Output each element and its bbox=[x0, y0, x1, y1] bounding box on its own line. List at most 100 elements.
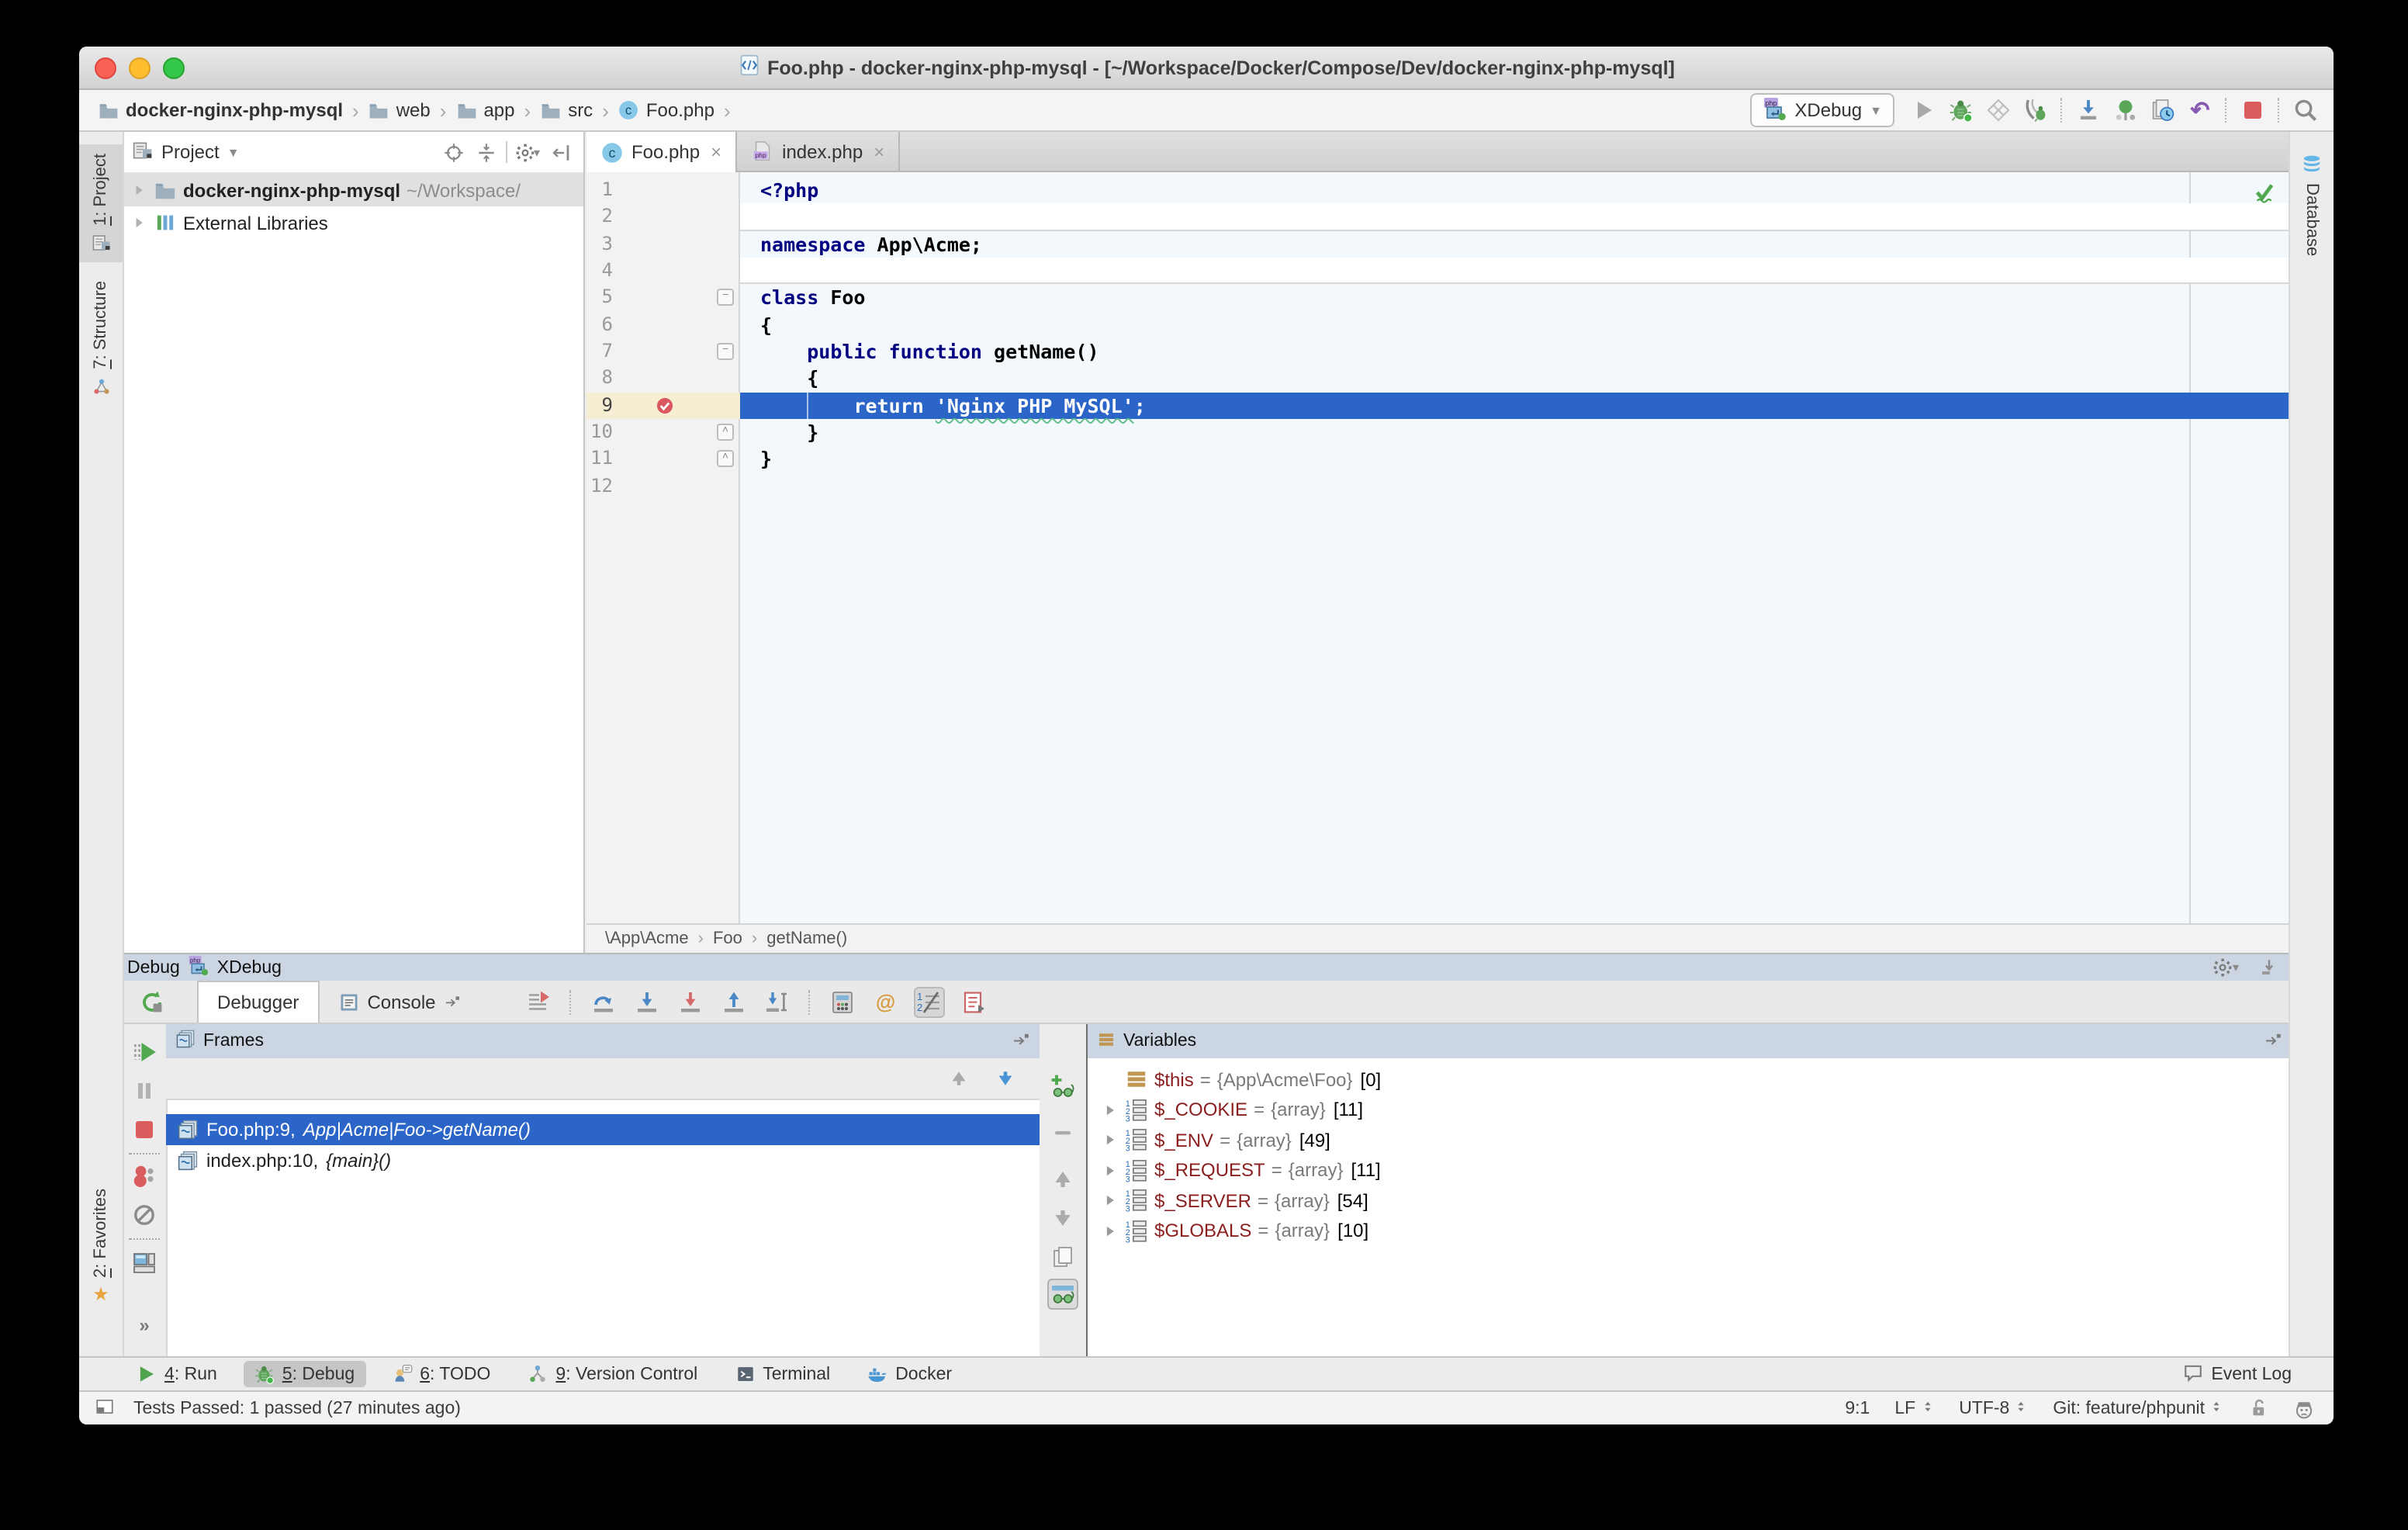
editor-breadcrumb-item[interactable]: \App\Acme bbox=[605, 929, 689, 948]
editor-breadcrumb-item[interactable]: Foo bbox=[713, 929, 742, 948]
break-at-first-line-button[interactable]: 12 bbox=[914, 986, 945, 1017]
toolwindow-toggle-icon[interactable] bbox=[95, 1396, 115, 1421]
variable-row-_request[interactable]: 123$_REQUEST={array}[11] bbox=[1088, 1155, 2292, 1186]
variable-row-_env[interactable]: 123$_ENV={array}[49] bbox=[1088, 1125, 2292, 1155]
toolwindow-button-run[interactable]: 4: Run bbox=[126, 1361, 228, 1387]
breadcrumb-item-web[interactable]: web bbox=[365, 98, 434, 123]
zoom-window-button[interactable] bbox=[163, 57, 185, 78]
gear-icon[interactable]: ▾ bbox=[2213, 957, 2239, 978]
line-separator-widget[interactable]: LF bbox=[1894, 1399, 1934, 1418]
commit-changes-button[interactable] bbox=[2110, 95, 2141, 126]
chevron-down-icon[interactable]: ▼ bbox=[227, 145, 240, 159]
tool-stripe-button-structure[interactable]: 7: Structure bbox=[79, 272, 123, 407]
mute-breakpoints-button[interactable] bbox=[129, 1199, 160, 1231]
view-breakpoints-button[interactable] bbox=[957, 986, 988, 1017]
remove-watch-button[interactable] bbox=[1047, 1117, 1078, 1148]
breadcrumb-item-app[interactable]: app bbox=[452, 98, 517, 123]
fold-close-icon[interactable]: ˄ bbox=[717, 424, 734, 441]
run-configuration-select[interactable]: php XDebug ▼ bbox=[1749, 93, 1894, 127]
move-watch-up-button[interactable] bbox=[1047, 1164, 1078, 1195]
gutter-line-11[interactable]: 11˄ bbox=[586, 446, 740, 473]
code-line-9[interactable]: 9 return 'Nginx PHP MySQL'; bbox=[586, 393, 2292, 420]
stop-button[interactable] bbox=[129, 1114, 160, 1145]
code-line-7[interactable]: 7− public function getName() bbox=[586, 338, 2292, 365]
event-log-button[interactable]: Event Log bbox=[2172, 1359, 2302, 1390]
move-to-editor-icon[interactable] bbox=[2264, 1030, 2282, 1053]
gutter-line-9[interactable]: 9 bbox=[586, 393, 740, 420]
toolwindow-button-version-control[interactable]: 9: Version Control bbox=[517, 1361, 708, 1387]
gutter-line-6[interactable]: 6 bbox=[586, 311, 740, 338]
code-area[interactable]: 1<?php23namespace App\Acme;45−class Foo6… bbox=[586, 172, 2292, 925]
move-to-editor-icon[interactable] bbox=[1012, 1030, 1030, 1053]
search-everywhere-button[interactable] bbox=[2290, 95, 2321, 126]
debug-button[interactable] bbox=[1946, 95, 1977, 126]
hide-panel-button[interactable] bbox=[546, 138, 574, 166]
gutter-line-7[interactable]: 7− bbox=[586, 338, 740, 365]
previous-frame-button[interactable] bbox=[943, 1063, 974, 1094]
view-breakpoints-button[interactable] bbox=[129, 1161, 160, 1192]
evaluate-expression-button[interactable] bbox=[827, 986, 858, 1017]
editor-breadcrumb-item[interactable]: getName() bbox=[766, 929, 847, 948]
locate-button[interactable] bbox=[439, 138, 467, 166]
move-watch-down-button[interactable] bbox=[1047, 1203, 1078, 1234]
copy-value-button[interactable] bbox=[1047, 1241, 1078, 1272]
code-line-10[interactable]: 10˄ } bbox=[586, 419, 2292, 446]
gutter-line-12[interactable]: 12 bbox=[586, 473, 740, 500]
expand-arrow-icon[interactable] bbox=[1097, 1223, 1122, 1240]
update-project-button[interactable] bbox=[2073, 95, 2104, 126]
fold-open-icon[interactable]: − bbox=[717, 343, 734, 360]
close-window-button[interactable] bbox=[95, 57, 116, 78]
stop-button[interactable] bbox=[2237, 95, 2268, 126]
toolwindow-button-docker[interactable]: Docker bbox=[856, 1361, 963, 1387]
run-with-coverage-button[interactable] bbox=[1983, 95, 2014, 126]
code-line-3[interactable]: 3namespace App\Acme; bbox=[586, 230, 2292, 258]
vcs-branch-widget[interactable]: Git: feature/phpunit bbox=[2053, 1399, 2223, 1418]
gutter-line-3[interactable]: 3 bbox=[586, 230, 740, 258]
caret-position-widget[interactable]: 9:1 bbox=[1845, 1399, 1870, 1418]
listen-debug-connections-button[interactable] bbox=[2020, 95, 2051, 126]
encoding-widget[interactable]: UTF-8 bbox=[1959, 1399, 2028, 1418]
breadcrumb-item-src[interactable]: src bbox=[537, 98, 596, 123]
unlocked-icon[interactable] bbox=[2248, 1398, 2268, 1418]
code-line-12[interactable]: 12 bbox=[586, 473, 2292, 500]
toolwindow-button-debug[interactable]: 5: Debug bbox=[244, 1361, 365, 1387]
fold-open-icon[interactable]: − bbox=[717, 289, 734, 306]
frame-item-foo-php-9-[interactable]: Foo.php:9, App|Acme|Foo->getName() bbox=[166, 1114, 1040, 1145]
rerun-debug-button[interactable] bbox=[129, 981, 175, 1023]
restore-layout-button[interactable] bbox=[129, 1248, 160, 1279]
debug-tab-debugger[interactable]: Debugger bbox=[197, 981, 319, 1023]
code-line-4[interactable]: 4 bbox=[586, 258, 2292, 285]
run-button[interactable] bbox=[1908, 95, 1939, 126]
local-history-button[interactable] bbox=[2147, 95, 2178, 126]
code-line-2[interactable]: 2 bbox=[586, 204, 2292, 231]
breadcrumb-item-foo-php[interactable]: cFoo.php bbox=[615, 98, 718, 123]
show-execution-point-button[interactable] bbox=[523, 986, 554, 1017]
code-line-8[interactable]: 8 { bbox=[586, 365, 2292, 393]
debug-tab-console[interactable]: Console bbox=[319, 981, 479, 1023]
show-watches-in-variables-button[interactable] bbox=[1047, 1279, 1078, 1310]
pause-button[interactable] bbox=[129, 1075, 160, 1106]
add-watch-button[interactable] bbox=[1047, 1071, 1078, 1102]
code-line-11[interactable]: 11˄} bbox=[586, 446, 2292, 473]
tool-stripe-button-project[interactable]: 1: Project bbox=[79, 144, 123, 263]
expand-arrow-icon[interactable] bbox=[1097, 1192, 1122, 1210]
frame-item-index-php-10-[interactable]: index.php:10, {main}() bbox=[166, 1145, 1040, 1176]
tree-item-external-libraries[interactable]: External Libraries bbox=[123, 206, 583, 239]
code-line-6[interactable]: 6{ bbox=[586, 311, 2292, 338]
gear-button[interactable]: ▾ bbox=[514, 138, 541, 166]
resume-button[interactable] bbox=[129, 1037, 160, 1068]
hide-panel-icon[interactable] bbox=[2259, 957, 2279, 978]
tool-stripe-button-favorites[interactable]: 2: Favorites★ bbox=[79, 1179, 123, 1313]
code-line-1[interactable]: 1<?php bbox=[586, 177, 2292, 204]
inspections-profile-icon[interactable] bbox=[2293, 1397, 2315, 1419]
breadcrumb-item-docker-nginx-php-mysql[interactable]: docker-nginx-php-mysql bbox=[95, 98, 346, 123]
step-into-button[interactable] bbox=[631, 986, 663, 1017]
gutter-line-5[interactable]: 5− bbox=[586, 285, 740, 312]
expand-arrow-icon[interactable] bbox=[1097, 1102, 1122, 1119]
status-message[interactable]: Tests Passed: 1 passed (27 minutes ago) bbox=[133, 1399, 461, 1418]
fold-close-icon[interactable]: ˄ bbox=[717, 451, 734, 468]
gutter-line-8[interactable]: 8 bbox=[586, 365, 740, 393]
variable-row-globals[interactable]: 123$GLOBALS={array}[10] bbox=[1088, 1216, 2292, 1246]
close-tab-icon[interactable]: × bbox=[874, 140, 884, 162]
close-tab-icon[interactable]: × bbox=[711, 141, 721, 163]
